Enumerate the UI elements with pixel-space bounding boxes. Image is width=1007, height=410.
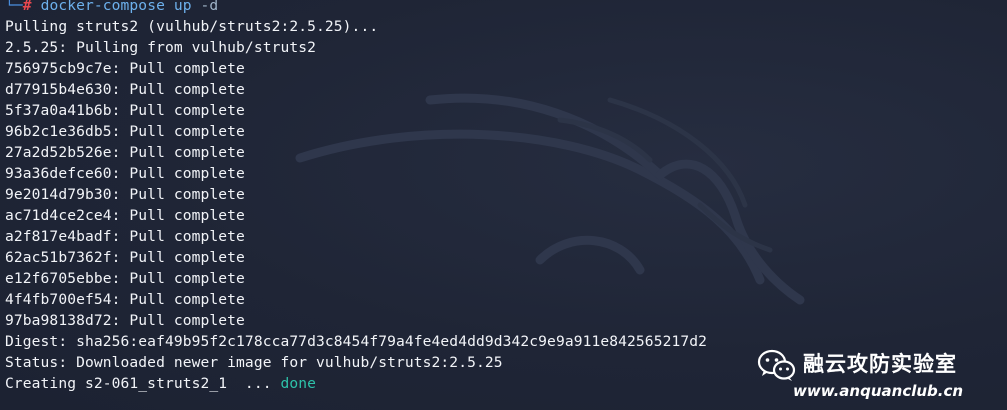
output-line: 5f37a0a41b6b: Pull complete [5, 102, 245, 119]
watermark: 融云攻防实验室 www.anquanclub.cn [757, 345, 997, 405]
output-line: ac71d4ce2ce4: Pull complete [5, 207, 245, 224]
terminal-output: └─# docker-compose up -d Pulling struts2… [5, 0, 707, 394]
output-line: 97ba98138d72: Pull complete [5, 312, 245, 329]
prompt-hash: # [22, 0, 32, 14]
output-line: Status: Downloaded newer image for vulhu… [5, 354, 503, 371]
wechat-icon [757, 349, 796, 381]
output-line: 96b2c1e36db5: Pull complete [5, 123, 245, 140]
command-line: └─# docker-compose up -d [5, 0, 707, 16]
watermark-site: www.anquanclub.cn [793, 382, 964, 400]
creating-status: done [280, 375, 317, 392]
command-flag: -d [200, 0, 219, 14]
output-line: 4f4fb700ef54: Pull complete [5, 291, 245, 308]
output-line: Digest: sha256:eaf49b95f2c178cca77d3c845… [5, 333, 708, 350]
output-line: 9e2014d79b30: Pull complete [5, 186, 245, 203]
terminal-window[interactable]: └─# docker-compose up -d Pulling struts2… [0, 0, 1007, 410]
output-line: 2.5.25: Pulling from vulhub/struts2 [5, 39, 317, 56]
command-text: docker-compose up [40, 0, 201, 14]
output-line: d77915b4e630: Pull complete [5, 81, 245, 98]
output-line: 756975cb9c7e: Pull complete [5, 60, 245, 77]
output-line: 27a2d52b526e: Pull complete [5, 144, 245, 161]
output-line: 93a36defce60: Pull complete [5, 165, 245, 182]
output-line: Pulling struts2 (vulhub/struts2:2.5.25).… [5, 18, 379, 35]
output-line: a2f817e4badf: Pull complete [5, 228, 245, 245]
output-line: 62ac51b7362f: Pull complete [5, 249, 245, 266]
output-line: e12f6705ebbe: Pull complete [5, 270, 245, 287]
creating-text: Creating s2-061_struts2_1 ... [5, 375, 281, 392]
creating-line: Creating s2-061_struts2_1 ... done [5, 373, 707, 394]
watermark-brand: 融云攻防实验室 [803, 352, 957, 376]
prompt-corner: └─ [5, 0, 23, 14]
